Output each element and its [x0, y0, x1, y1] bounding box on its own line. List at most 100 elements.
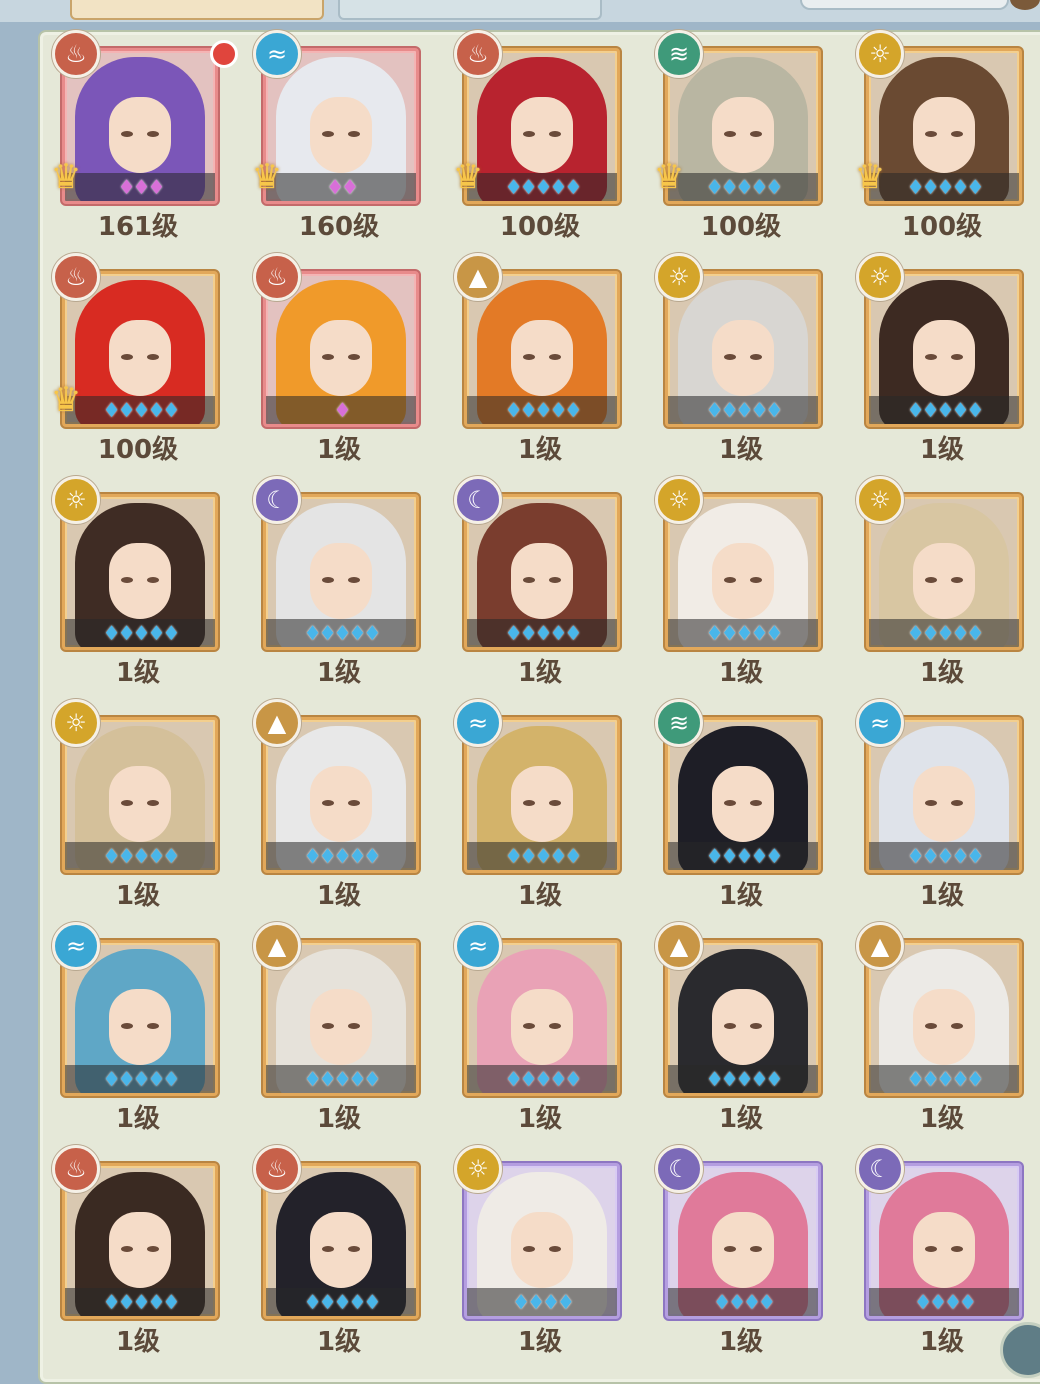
character-card[interactable]: ♦♦♦♦♦ ▲ 1级: [239, 697, 439, 917]
awaken-crown-icon: ♛: [452, 157, 484, 197]
stars-bar: ♦♦♦♦: [467, 1288, 617, 1316]
awaken-crown-icon: ♛: [50, 157, 82, 197]
character-card[interactable]: ♦♦♦♦ ☾ 1级: [641, 1143, 841, 1363]
wave-icon: ≈: [52, 922, 100, 970]
character-level: 1级: [517, 435, 563, 465]
flame-icon: ♨: [52, 253, 100, 301]
mountain-icon: ▲: [253, 699, 301, 747]
corner-button[interactable]: [1010, 0, 1040, 10]
character-level: 1级: [316, 881, 362, 911]
sun-icon: ☼: [655, 476, 703, 524]
character-card[interactable]: ♦♦♦♦♦ ≈1级: [440, 920, 640, 1140]
stars-bar: ♦♦♦♦♦: [869, 396, 1019, 424]
portrait-eye: [147, 354, 159, 360]
character-card[interactable]: ♦♦♦♦♦ ≈1级: [440, 697, 640, 917]
top-control[interactable]: [800, 0, 1009, 10]
portrait-face: [109, 97, 171, 173]
stars-bar: ♦♦♦♦♦: [65, 1065, 215, 1093]
character-card[interactable]: ♦♦♦♦♦ ☼ 1级: [842, 251, 1040, 471]
portrait-eye: [322, 1023, 334, 1029]
star-rank-icons: ♦♦♦♦♦: [906, 844, 985, 868]
character-card[interactable]: ♦♦♦♦♦ ☾ 1级: [440, 474, 640, 694]
portrait-face: [913, 989, 975, 1065]
stars-bar: ♦♦♦♦♦: [869, 1065, 1019, 1093]
stars-bar: ♦: [266, 396, 416, 424]
sun-icon: ☼: [856, 30, 904, 78]
portrait-eye: [121, 800, 133, 806]
character-level: 1级: [919, 658, 965, 688]
portrait-eye: [147, 800, 159, 806]
stars-bar: ♦♦♦♦♦: [467, 1065, 617, 1093]
portrait-eye: [925, 131, 937, 137]
character-card[interactable]: ♦♦♦♦♦ ≋ ♛ 100级: [641, 28, 841, 248]
character-card[interactable]: ♦♦♦♦♦ ♨ 1级: [239, 1143, 439, 1363]
character-card[interactable]: ♦♦♦♦♦ ☼ ♛ 100级: [842, 28, 1040, 248]
character-card[interactable]: ♦♦♦♦ ☼ 1级: [440, 1143, 640, 1363]
tab-label: [72, 10, 322, 20]
sun-icon: ☼: [52, 699, 100, 747]
tab-secondary[interactable]: [338, 0, 602, 20]
portrait-eye: [523, 131, 535, 137]
star-rank-icons: ♦♦♦♦♦: [303, 844, 382, 868]
character-card[interactable]: ♦♦♦♦♦ ▲ 1级: [842, 920, 1040, 1140]
mountain-icon: ▲: [655, 922, 703, 970]
tornado-icon: ≋: [655, 699, 703, 747]
character-card[interactable]: ♦♦♦♦♦ ☾ 1级: [239, 474, 439, 694]
character-card[interactable]: ♦♦♦♦♦ ≈1级: [842, 697, 1040, 917]
portrait-eye: [348, 800, 360, 806]
portrait-eye: [549, 131, 561, 137]
character-card[interactable]: ♦♦♦♦♦ ≈1级: [38, 920, 238, 1140]
stars-bar: ♦♦♦♦♦: [266, 842, 416, 870]
crescent-icon: ☾: [856, 1145, 904, 1193]
character-level: 100级: [700, 212, 782, 242]
awaken-crown-icon: ♛: [653, 157, 685, 197]
tab-characters[interactable]: [70, 0, 324, 20]
character-card[interactable]: ♦♦♦♦♦ ▲ 1级: [440, 251, 640, 471]
character-card[interactable]: ♦♦♦ ♨ ♛ 161级: [38, 28, 238, 248]
portrait-face: [310, 766, 372, 842]
portrait-eye: [549, 577, 561, 583]
character-level: 1级: [517, 1104, 563, 1134]
portrait-eye: [348, 577, 360, 583]
character-level: 1级: [316, 1104, 362, 1134]
portrait-eye: [348, 1023, 360, 1029]
portrait-eye: [724, 354, 736, 360]
character-level: 1级: [718, 1327, 764, 1357]
star-rank-icons: ♦♦♦♦♦: [705, 1067, 784, 1091]
portrait-eye: [121, 131, 133, 137]
character-level: 1级: [919, 881, 965, 911]
stars-bar: ♦♦♦♦♦: [65, 619, 215, 647]
portrait-face: [310, 97, 372, 173]
character-card[interactable]: ♦♦♦♦♦ ♨ 1级: [38, 1143, 238, 1363]
portrait-eye: [724, 577, 736, 583]
character-level: 1级: [316, 658, 362, 688]
star-rank-icons: ♦♦♦♦♦: [303, 1067, 382, 1091]
portrait-eye: [549, 354, 561, 360]
portrait-face: [712, 543, 774, 619]
sun-icon: ☼: [454, 1145, 502, 1193]
character-card[interactable]: ♦♦♦♦♦ ☼ 1级: [38, 474, 238, 694]
portrait-eye: [322, 1246, 334, 1252]
portrait-eye: [951, 1023, 963, 1029]
portrait-eye: [523, 1246, 535, 1252]
character-card[interactable]: ♦♦♦♦♦ ☼ 1级: [842, 474, 1040, 694]
portrait-eye: [121, 1023, 133, 1029]
character-level: 160级: [298, 212, 380, 242]
character-card[interactable]: ♦♦♦♦♦ ♨ ♛ 100级: [440, 28, 640, 248]
character-card[interactable]: ♦ ♨ 1级: [239, 251, 439, 471]
portrait-eye: [322, 800, 334, 806]
star-rank-icons: ♦♦♦♦♦: [906, 398, 985, 422]
character-card[interactable]: ♦♦♦♦♦ ☼ 1级: [641, 474, 841, 694]
character-card[interactable]: ♦♦♦♦♦ ≋ 1级: [641, 697, 841, 917]
character-card[interactable]: ♦♦♦♦♦ ☼ 1级: [38, 697, 238, 917]
stars-bar: ♦♦♦♦♦: [65, 842, 215, 870]
mountain-icon: ▲: [454, 253, 502, 301]
character-card[interactable]: ♦♦♦♦♦ ♨ ♛ 100级: [38, 251, 238, 471]
sun-icon: ☼: [856, 253, 904, 301]
character-card[interactable]: ♦♦♦♦♦ ▲ 1级: [239, 920, 439, 1140]
character-card[interactable]: ♦♦♦♦♦ ☼ 1级: [641, 251, 841, 471]
character-level: 161级: [97, 212, 179, 242]
character-card[interactable]: ♦♦♦♦♦ ▲ 1级: [641, 920, 841, 1140]
character-card[interactable]: ♦♦ ≈ ♛ 160级: [239, 28, 439, 248]
portrait-face: [913, 543, 975, 619]
